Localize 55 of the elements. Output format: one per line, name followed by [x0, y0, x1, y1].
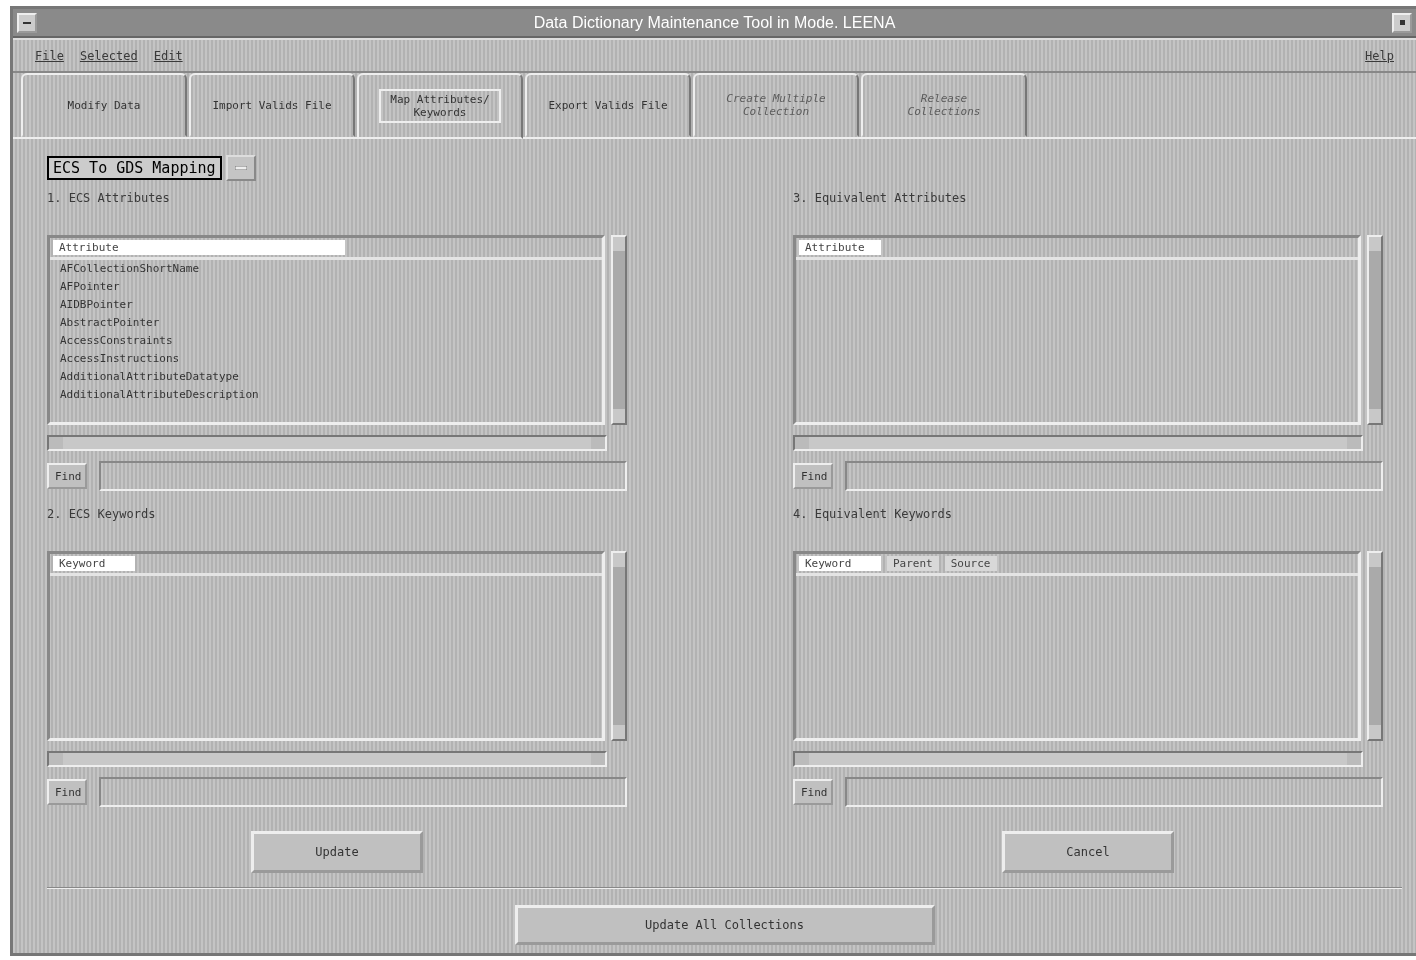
window-title: Data Dictionary Maintenance Tool in Mode. LEENA [532, 13, 897, 32]
horizontal-scrollbar[interactable] [793, 751, 1363, 767]
section-label: 2. ECS Keywords [47, 507, 157, 523]
list-box[interactable]: Keyword Parent Source [793, 551, 1361, 741]
find-field[interactable] [845, 461, 1383, 491]
action-button[interactable]: Cancel [1002, 831, 1174, 873]
list-item[interactable]: AccessInstructions [50, 350, 602, 368]
horizontal-scrollbar[interactable] [793, 435, 1363, 451]
tab[interactable]: Map Attributes/ Keywords [357, 73, 523, 139]
find-button[interactable]: Find [47, 779, 87, 805]
menu-item[interactable]: Help [1363, 46, 1396, 65]
list-box[interactable]: Attribute AFCollectionShortName AFPointer AIDBPointer AbstractPointer AccessConstraints AccessInstructions AdditionalAttributeDatatype AdditionalAttributeDescription [47, 235, 605, 425]
list-item[interactable]: AFPointer [50, 278, 602, 296]
mapping-option-menu[interactable]: ECS To GDS Mapping [47, 156, 222, 180]
list-item[interactable]: AFCollectionShortName [50, 260, 602, 278]
column-header[interactable]: Parent [887, 556, 939, 571]
update-all-button[interactable]: Update All Collections [514, 905, 935, 945]
action-button[interactable]: Update [251, 831, 423, 873]
find-field[interactable] [99, 777, 627, 807]
find-button[interactable]: Find [793, 463, 833, 489]
tab[interactable]: Import Valids File [189, 73, 355, 137]
horizontal-scrollbar[interactable] [47, 751, 607, 767]
list-item[interactable]: AdditionalAttributeDescription [50, 386, 602, 404]
dash-icon [234, 166, 247, 170]
find-field[interactable] [99, 461, 627, 491]
minimize-button[interactable] [1392, 12, 1412, 33]
column-header[interactable]: Source [944, 556, 997, 571]
vertical-scrollbar[interactable] [611, 235, 627, 425]
list-item[interactable]: AbstractPointer [50, 314, 602, 332]
list-item[interactable]: AdditionalAttributeDatatype [50, 368, 602, 386]
column-header[interactable]: Attribute [53, 240, 345, 255]
menu-item[interactable]: Selected [77, 46, 140, 65]
list-box[interactable]: Attribute [793, 235, 1361, 425]
vertical-scrollbar[interactable] [611, 551, 627, 741]
find-button[interactable]: Find [793, 779, 833, 805]
vertical-scrollbar[interactable] [1367, 235, 1383, 425]
menu-item[interactable]: File [33, 46, 66, 65]
section-label: 1. ECS Attributes [47, 191, 171, 207]
section-label: 4. Equivalent Keywords [793, 507, 953, 523]
menu-item[interactable]: Edit [151, 46, 185, 65]
column-header[interactable]: Keyword [53, 556, 135, 571]
vertical-scrollbar[interactable] [1367, 551, 1383, 741]
find-button[interactable]: Find [47, 463, 87, 489]
list-item[interactable]: AccessConstraints [50, 332, 602, 350]
tab[interactable]: Modify Data [21, 73, 187, 137]
window-menu-button[interactable] [17, 12, 37, 33]
list-box[interactable]: Keyword [47, 551, 605, 741]
list-item[interactable]: AIDBPointer [50, 296, 602, 314]
tab[interactable]: Export Valids File [525, 73, 691, 137]
column-header[interactable]: Attribute [799, 240, 881, 255]
section-label: 3. Equivalent Attributes [793, 191, 968, 207]
column-header[interactable]: Keyword [799, 556, 881, 571]
horizontal-scrollbar[interactable] [47, 435, 607, 451]
dropdown-button[interactable] [225, 155, 256, 181]
find-field[interactable] [845, 777, 1383, 807]
